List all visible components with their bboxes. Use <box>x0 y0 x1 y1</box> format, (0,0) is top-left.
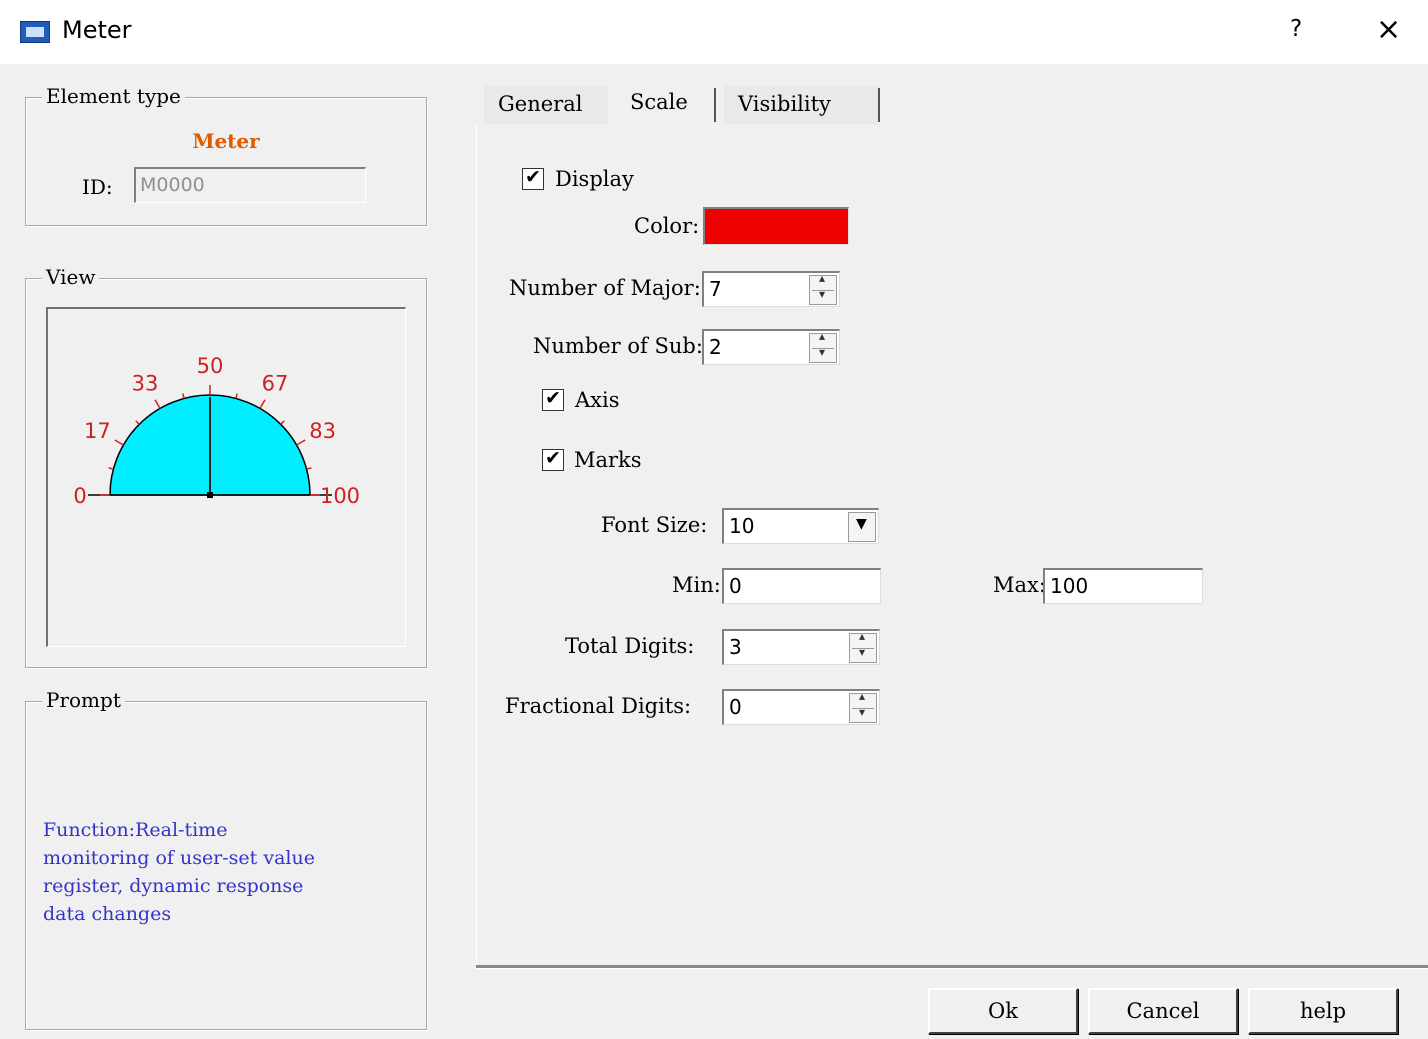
gauge-tick-label: 83 <box>309 419 336 443</box>
gauge-minor-tick <box>182 393 185 399</box>
element-type-group: Element type Meter ID: M0000 <box>25 84 427 226</box>
font-size-select[interactable]: 10 <box>722 508 879 544</box>
font-size-label: Font Size: <box>601 513 708 537</box>
display-checkbox[interactable] <box>522 166 544 190</box>
gauge-major-tick <box>114 439 124 446</box>
sub-count-value: 2 <box>709 335 722 359</box>
tab-general[interactable]: General <box>484 86 608 124</box>
total-digits-value: 3 <box>729 635 742 659</box>
prompt-line: register, dynamic response <box>43 875 304 897</box>
view-label: View <box>42 265 100 289</box>
total-digits-stepper[interactable]: 3 <box>722 629 880 665</box>
tab-general-label: General <box>498 92 583 116</box>
scale-tab-panel <box>476 124 1428 966</box>
gauge-major-tick <box>259 399 266 409</box>
prompt-line: data changes <box>43 903 172 925</box>
prompt-text: Function:Real-time monitoring of user-se… <box>43 816 423 928</box>
prompt-group: Prompt Function:Real-time monitoring of … <box>25 688 427 1030</box>
tab-separator <box>714 88 716 122</box>
major-count-value: 7 <box>709 277 722 301</box>
max-input[interactable]: 100 <box>1043 568 1203 604</box>
gauge-needle-pivot <box>207 492 213 498</box>
tab-visibility[interactable]: Visibility <box>724 86 878 124</box>
gauge-major-tick <box>296 439 306 446</box>
help-button[interactable]: help <box>1248 988 1398 1034</box>
element-type-label: Element type <box>42 84 185 108</box>
major-count-stepper[interactable]: 7 <box>702 271 840 307</box>
display-label: Display <box>555 167 634 191</box>
tab-separator <box>878 88 880 122</box>
min-label: Min: <box>672 573 721 597</box>
fractional-digits-label: Fractional Digits: <box>505 694 692 718</box>
prompt-line: Function:Real-time <box>43 819 228 841</box>
gauge-tick-label: 33 <box>132 371 159 395</box>
view-group: View 0 17 33 50 67 83 100 <box>25 265 427 668</box>
tab-scale-label: Scale <box>630 90 688 114</box>
font-size-value: 10 <box>729 514 755 538</box>
gauge-tick-label: 0 <box>73 484 86 508</box>
title-bar: Meter ? × <box>0 0 1428 64</box>
sub-label: Number of Sub: <box>533 334 703 358</box>
prompt-line: monitoring of user-set value <box>43 847 315 869</box>
gauge-minor-tick <box>306 467 312 470</box>
cancel-button[interactable]: Cancel <box>1088 988 1238 1034</box>
max-label: Max: <box>993 573 1046 597</box>
color-swatch[interactable] <box>703 207 849 245</box>
min-input[interactable]: 0 <box>722 568 881 604</box>
tab-visibility-label: Visibility <box>738 92 831 116</box>
prompt-label: Prompt <box>42 688 125 712</box>
total-digits-label: Total Digits: <box>565 634 695 658</box>
panel-divider <box>476 965 1428 969</box>
dropdown-arrow-icon[interactable] <box>848 512 876 542</box>
gauge-svg: 0 17 33 50 67 83 100 <box>73 354 360 508</box>
fractional-digits-stepper[interactable]: 0 <box>722 689 880 725</box>
spin-arrows-icon[interactable] <box>849 629 877 663</box>
major-label: Number of Major: <box>509 276 701 300</box>
gauge-minor-tick <box>280 420 285 425</box>
id-label: ID: <box>82 175 113 199</box>
id-field: M0000 <box>134 167 366 203</box>
color-label: Color: <box>634 214 700 238</box>
gauge-tick-label: 100 <box>320 484 360 508</box>
spin-arrows-icon[interactable] <box>809 271 837 305</box>
window-title: Meter <box>62 16 132 44</box>
gauge-tick-label: 67 <box>262 371 289 395</box>
gauge-major-tick <box>154 399 161 409</box>
axis-checkbox[interactable] <box>542 387 564 411</box>
meter-preview: 0 17 33 50 67 83 100 <box>46 307 406 647</box>
element-type-value: Meter <box>192 129 260 153</box>
gauge-tick-label: 17 <box>84 419 111 443</box>
gauge-minor-tick <box>135 420 140 425</box>
spin-arrows-icon[interactable] <box>849 689 877 723</box>
marks-label: Marks <box>574 448 642 472</box>
marks-checkbox[interactable] <box>542 447 564 471</box>
gauge-minor-tick <box>235 393 238 399</box>
axis-label: Axis <box>575 388 620 412</box>
close-icon[interactable]: × <box>1376 12 1401 47</box>
gauge-minor-tick <box>108 467 114 470</box>
tab-scale[interactable]: Scale <box>612 84 714 126</box>
spin-arrows-icon[interactable] <box>809 329 837 363</box>
help-icon[interactable]: ? <box>1290 16 1302 42</box>
ok-button[interactable]: Ok <box>928 988 1078 1034</box>
meter-app-icon <box>20 21 50 43</box>
gauge-tick-label: 50 <box>197 354 224 378</box>
sub-count-stepper[interactable]: 2 <box>702 329 840 365</box>
fractional-digits-value: 0 <box>729 695 742 719</box>
